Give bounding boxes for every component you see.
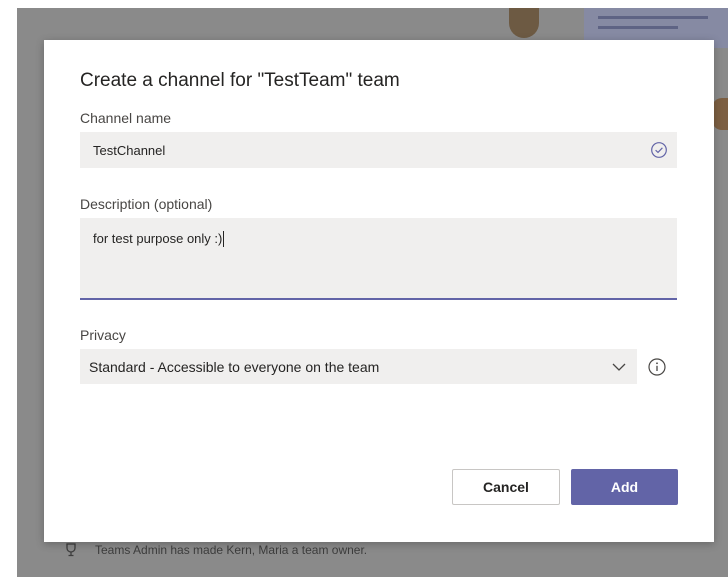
trophy-icon	[66, 543, 76, 557]
cancel-button[interactable]: Cancel	[452, 469, 560, 505]
description-value: for test purpose only :)	[93, 231, 223, 246]
description-textarea[interactable]: for test purpose only :)	[80, 218, 677, 300]
channel-name-label: Channel name	[80, 110, 172, 126]
add-button[interactable]: Add	[571, 469, 678, 505]
create-channel-dialog: Create a channel for "TestTeam" team Cha…	[44, 40, 714, 542]
privacy-label: Privacy	[80, 327, 126, 343]
background-avatar-partial	[712, 98, 728, 130]
check-circle-icon	[651, 142, 667, 158]
text-caret	[223, 230, 225, 247]
channel-name-value: TestChannel	[93, 142, 166, 158]
chevron-down-icon	[612, 363, 626, 371]
description-label: Description (optional)	[80, 196, 213, 212]
background-card-line	[598, 26, 678, 29]
privacy-selected-value: Standard - Accessible to everyone on the…	[89, 358, 380, 375]
background-avatar	[509, 8, 539, 38]
background-card-line	[598, 16, 708, 19]
info-icon[interactable]	[647, 357, 667, 377]
privacy-dropdown[interactable]: Standard - Accessible to everyone on the…	[80, 349, 637, 384]
dialog-title: Create a channel for "TestTeam" team	[80, 70, 400, 91]
channel-name-input[interactable]: TestChannel	[80, 132, 677, 168]
background-activity-text: Teams Admin has made Kern, Maria a team …	[95, 543, 368, 557]
